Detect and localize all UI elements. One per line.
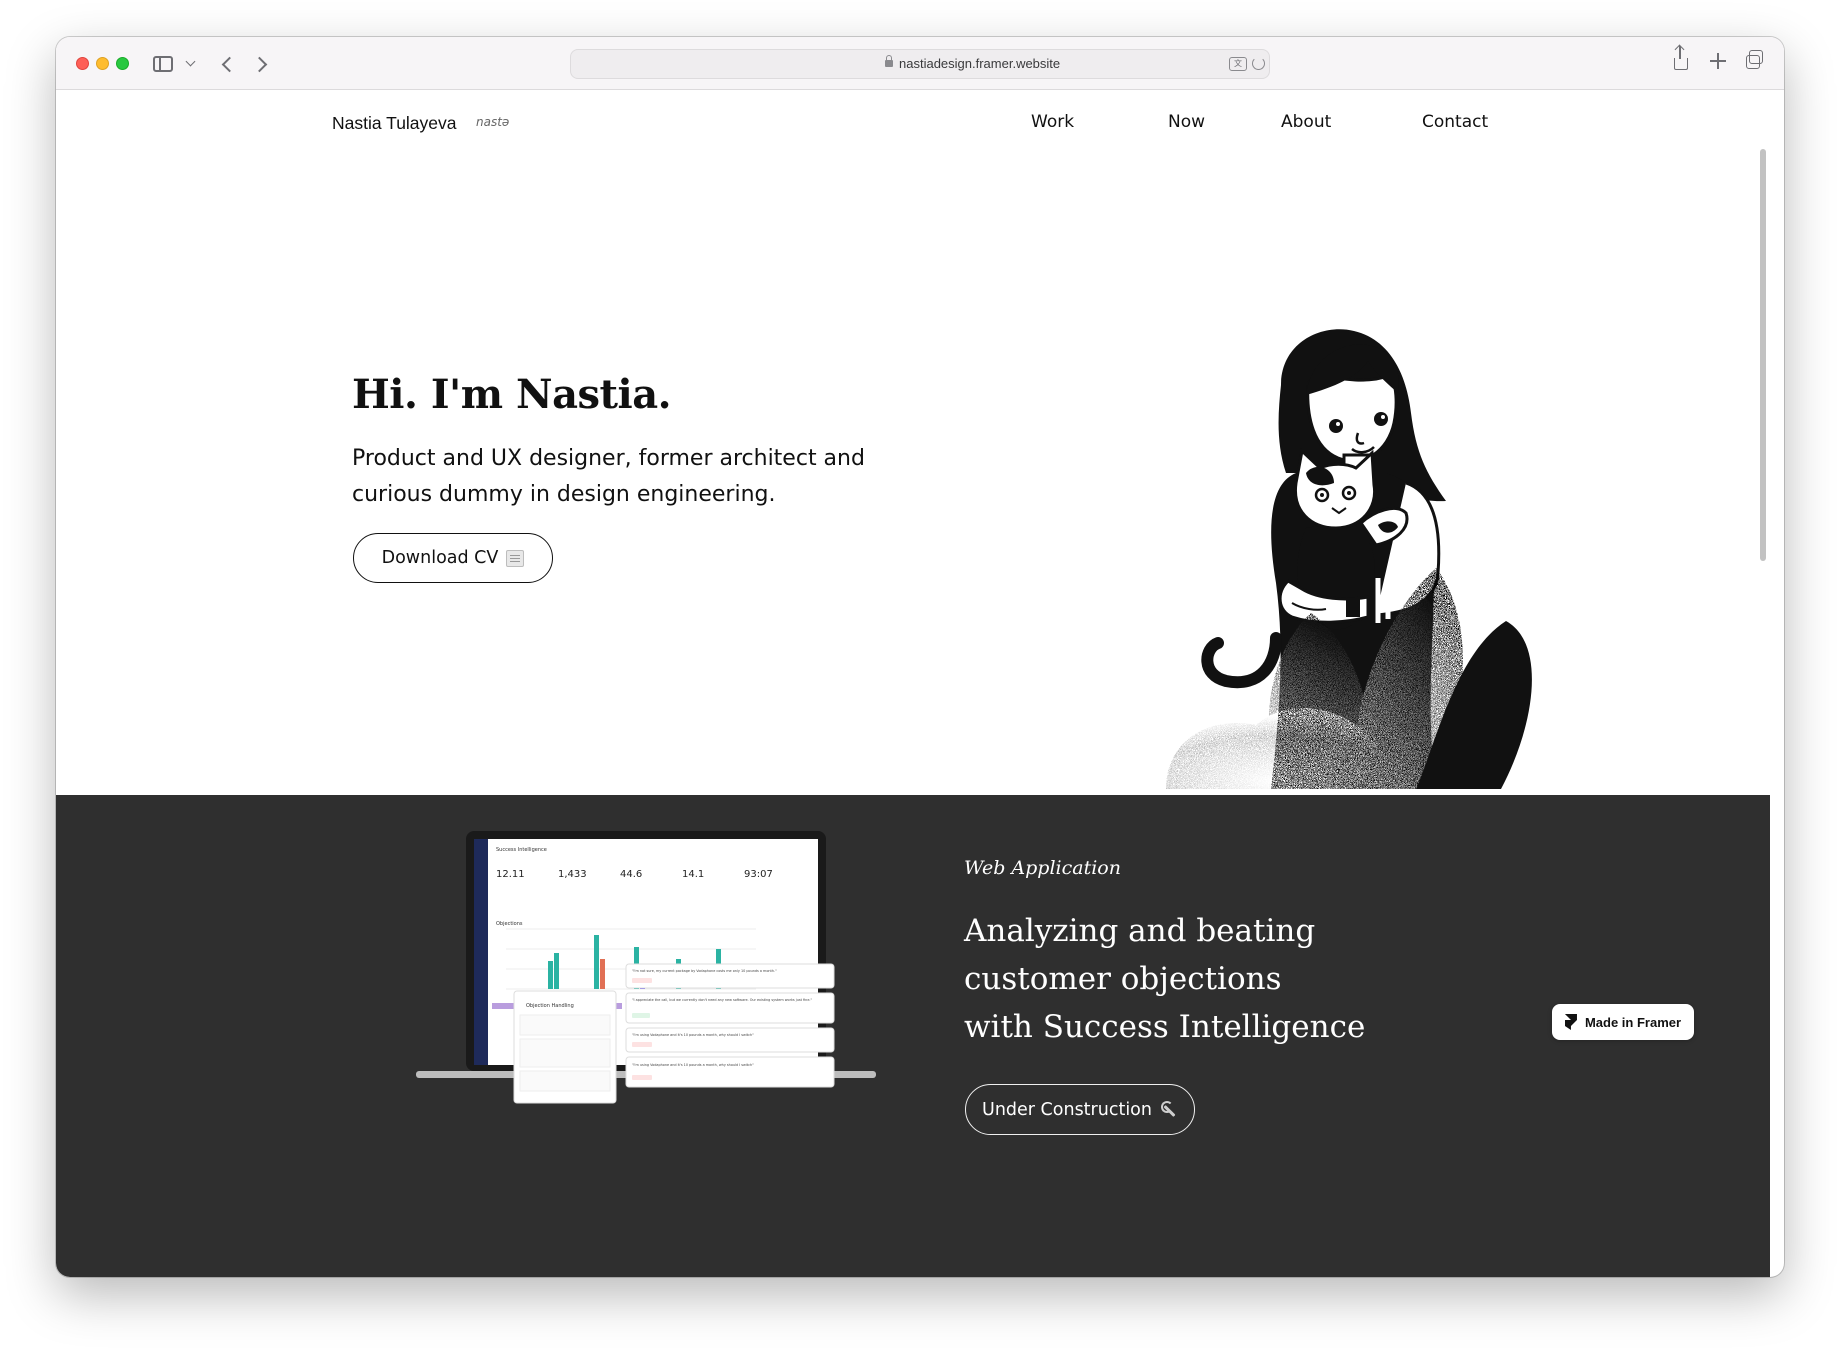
under-construction-label: Under Construction	[982, 1099, 1152, 1120]
brand-name[interactable]: Nastia Tulayeva	[332, 113, 457, 134]
mockup-quote-4: "I'm using Vodaphone and it's 10 pounds …	[632, 1063, 754, 1067]
mockup-stat-1: 12.11	[496, 869, 525, 880]
success-intelligence-mockup[interactable]: Success Intelligence 12.11 1,433 44.6 14…	[416, 829, 936, 1179]
browser-toolbar: nastiadesign.framer.website 文	[56, 37, 1784, 90]
download-cv-button[interactable]: Download CV	[353, 533, 553, 583]
wrench-icon	[1160, 1100, 1178, 1119]
nav-link-work[interactable]: Work	[1031, 112, 1074, 132]
scrollbar[interactable]	[1760, 149, 1766, 561]
mockup-quote-2: "I appreciate the call, but we currently…	[632, 998, 812, 1002]
nav-link-now[interactable]: Now	[1168, 112, 1205, 132]
project-section: Success Intelligence 12.11 1,433 44.6 14…	[56, 795, 1770, 1277]
project-title-line: customer objections	[964, 961, 1282, 997]
hero-title: Hi. I'm Nastia.	[352, 371, 672, 418]
mockup-stat-3: 44.6	[620, 869, 642, 880]
translate-icon[interactable]: 文	[1229, 57, 1247, 71]
under-construction-button[interactable]: Under Construction	[965, 1084, 1195, 1135]
project-kicker: Web Application	[964, 857, 1121, 879]
back-arrow-icon[interactable]	[221, 56, 238, 73]
project-title: Analyzing and beating customer objection…	[964, 907, 1384, 1051]
chevron-down-icon[interactable]	[185, 56, 196, 67]
brand-tag: nastə	[476, 115, 510, 129]
web-page: Nastia Tulayeva nastə Work Now About Con…	[56, 91, 1770, 1277]
project-title-line: Analyzing and beating	[964, 913, 1316, 949]
forward-arrow-icon[interactable]	[251, 56, 268, 73]
tab-overview-icon[interactable]	[1746, 50, 1763, 69]
share-icon[interactable]	[1674, 46, 1688, 70]
hero-subtitle: Product and UX designer, former architec…	[352, 446, 865, 507]
download-cv-label: Download CV	[381, 548, 499, 568]
project-title-line: with Success Intelligence	[964, 1009, 1366, 1045]
site-header: Nastia Tulayeva nastə Work Now About Con…	[56, 91, 1770, 151]
url-text: nastiadesign.framer.website	[899, 56, 1061, 71]
mockup-quote-3: "I'm using Vodaphone and it's 10 pounds …	[632, 1033, 754, 1037]
reload-icon[interactable]	[1252, 57, 1265, 70]
made-in-framer-badge[interactable]: Made in Framer	[1552, 1004, 1694, 1040]
document-icon	[506, 549, 525, 567]
minimize-window-button[interactable]	[96, 57, 109, 70]
close-window-button[interactable]	[76, 57, 89, 70]
mockup-quote-1: "I'm not sure, my current package by Vod…	[632, 969, 777, 973]
mockup-stat-4: 14.1	[682, 869, 704, 880]
mockup-section-label: Objections	[496, 921, 523, 927]
nav-link-about[interactable]: About	[1281, 112, 1331, 132]
framer-logo-icon	[1565, 1014, 1577, 1030]
nav-link-contact[interactable]: Contact	[1422, 112, 1488, 132]
girl-with-cat-illustration	[1166, 329, 1532, 789]
made-in-framer-label: Made in Framer	[1584, 1014, 1682, 1030]
zoom-window-button[interactable]	[116, 57, 129, 70]
address-bar[interactable]: nastiadesign.framer.website 文	[570, 49, 1270, 79]
mockup-stat-5: 93:07	[744, 869, 773, 880]
sidebar-toggle-icon[interactable]	[153, 56, 173, 72]
lock-icon	[885, 55, 893, 67]
mockup-stat-2: 1,433	[558, 869, 587, 880]
mockup-app-name: Success Intelligence	[496, 847, 547, 853]
browser-window: nastiadesign.framer.website 文 Nastia Tul…	[56, 37, 1784, 1277]
new-tab-icon[interactable]	[1710, 53, 1726, 69]
mockup-panel-title: Objection Handling	[526, 1003, 574, 1009]
